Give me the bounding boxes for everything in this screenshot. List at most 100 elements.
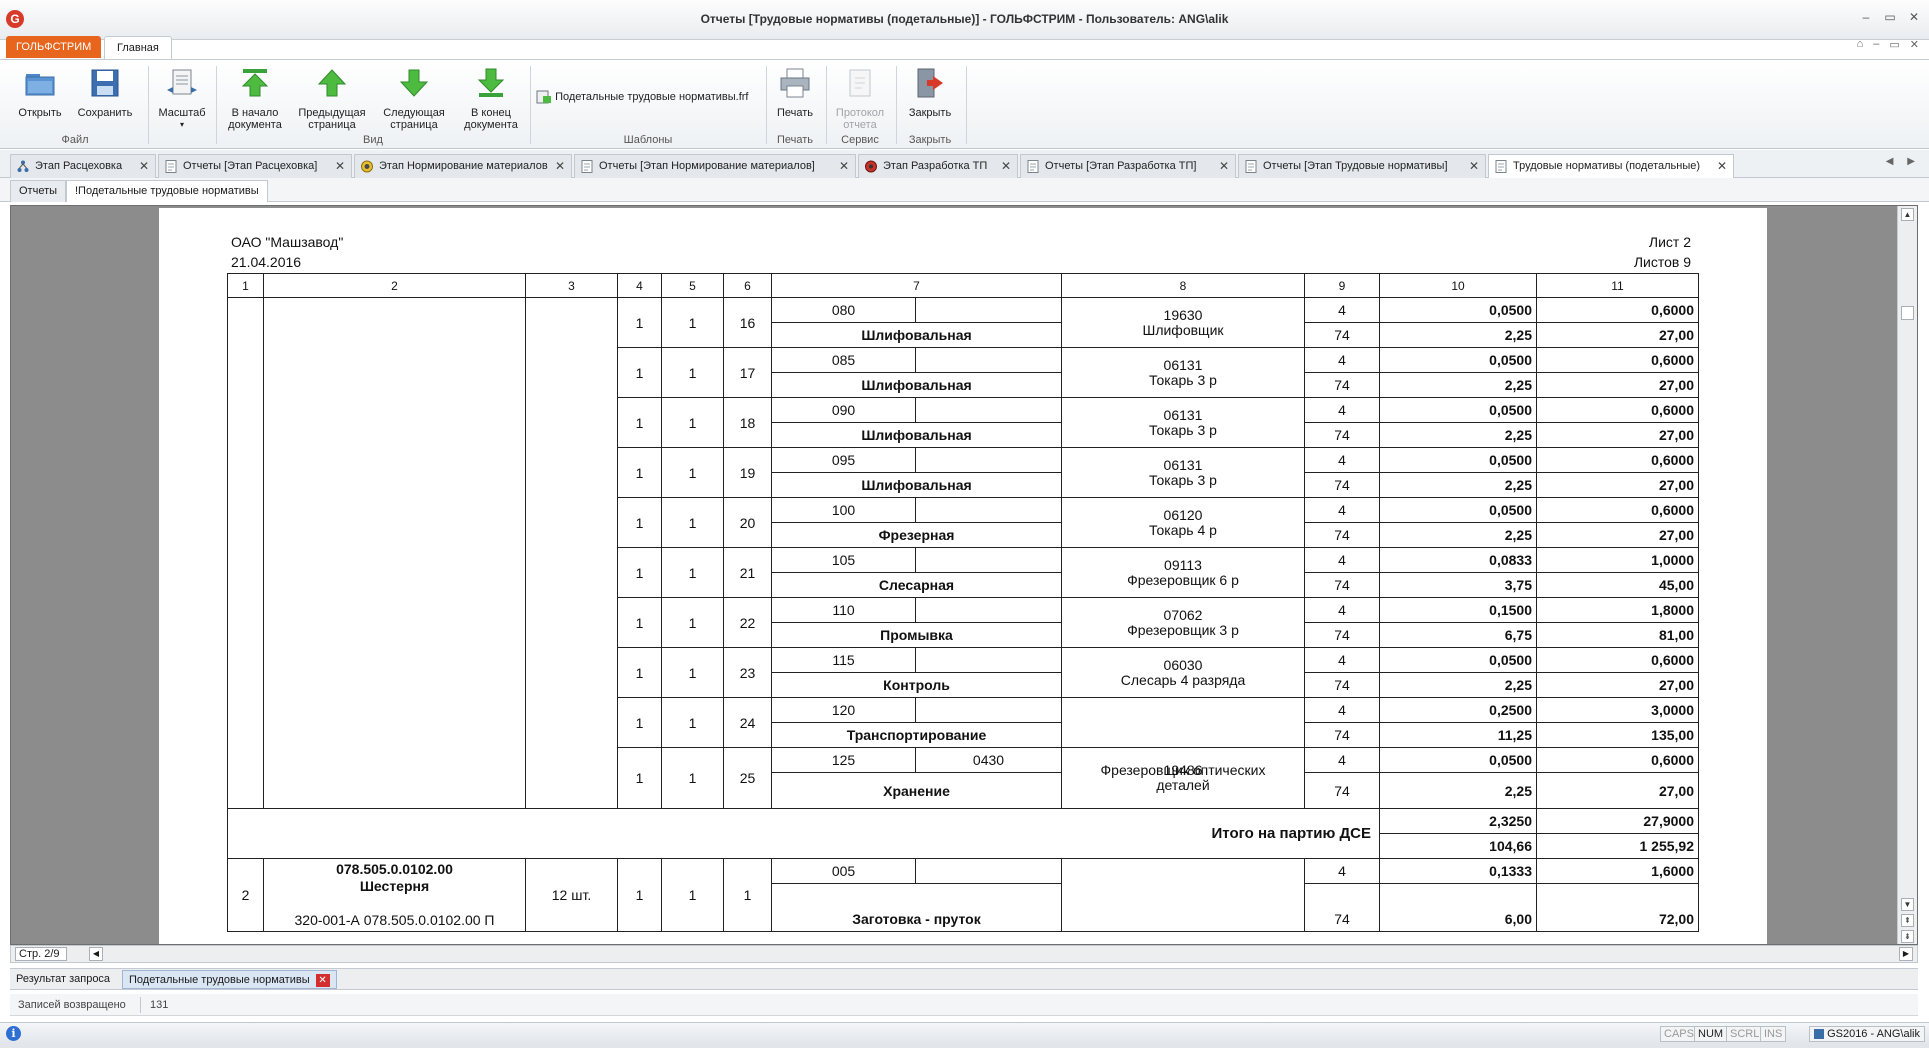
open-button[interactable]: Открыть bbox=[14, 66, 66, 119]
exit-door-icon bbox=[917, 68, 943, 98]
operation-name-cell: Шлифовальная bbox=[771, 472, 1062, 498]
tree-icon bbox=[17, 160, 29, 172]
operation-number-cell: 20 bbox=[723, 497, 772, 548]
save-button[interactable]: Сохранить bbox=[74, 66, 136, 119]
scroll-thumb[interactable] bbox=[1901, 306, 1914, 320]
template-item[interactable]: Подетальные трудовые нормативы.frf bbox=[536, 90, 766, 104]
mdi-close-icon[interactable]: ✕ bbox=[1910, 38, 1919, 51]
quantity-cell bbox=[525, 297, 618, 809]
status-bar: i CAPS NUM SCRL INS GS2016 - ANG\alik bbox=[0, 1022, 1929, 1044]
doc-tab[interactable]: Этап Нормирование материалов ✕ bbox=[354, 154, 572, 178]
page-navigator: Стр. 2/9 ◀ ▶ bbox=[10, 945, 1918, 963]
col4-cell: 1 bbox=[617, 447, 662, 498]
user-session: GS2016 - ANG\alik bbox=[1809, 1026, 1925, 1042]
arrow-down-end-icon bbox=[477, 68, 505, 97]
close-tab-icon[interactable]: ✕ bbox=[139, 155, 149, 177]
col10-bottom-cell: 2,25 bbox=[1379, 322, 1537, 348]
operation-extra-cell bbox=[915, 397, 1062, 423]
records-count: 131 bbox=[150, 999, 169, 1011]
page-up-icon[interactable]: ⇞ bbox=[1901, 914, 1914, 927]
app-menu-tab[interactable]: ГОЛЬФСТРИМ bbox=[6, 36, 102, 58]
profession-code: 06120 bbox=[1163, 506, 1203, 523]
col9-bottom-cell: 74 bbox=[1304, 422, 1380, 448]
close-tab-icon[interactable]: ✕ bbox=[1717, 155, 1727, 177]
close-tab-icon[interactable]: ✕ bbox=[839, 155, 849, 177]
close-tab-icon[interactable]: ✕ bbox=[1001, 155, 1011, 177]
doc-tab[interactable]: Отчеты [Этап Расцеховка] ✕ bbox=[158, 154, 352, 178]
operation-name-cell: Заготовка - пруток bbox=[771, 883, 1062, 932]
report-protocol-button[interactable]: Протокол отчета bbox=[832, 66, 888, 131]
col9-bottom-cell: 74 bbox=[1304, 372, 1380, 398]
scroll-up-icon[interactable]: ▲ bbox=[1901, 208, 1914, 221]
doc-tab-active[interactable]: Трудовые нормативы (подетальные) ✕ bbox=[1488, 154, 1734, 179]
col4-cell: 1 bbox=[617, 297, 662, 348]
scroll-down-icon[interactable]: ▼ bbox=[1901, 898, 1914, 911]
operation-number-cell: 17 bbox=[723, 347, 772, 398]
close-report-button[interactable]: Закрыть bbox=[902, 66, 958, 119]
records-label: Записей возвращено bbox=[18, 999, 126, 1011]
operation-code-cell: 105 bbox=[771, 547, 916, 573]
total-col11-bottom: 1 255,92 bbox=[1536, 833, 1699, 859]
mdi-minimize-icon[interactable]: – bbox=[1873, 38, 1879, 51]
col11-bottom-cell: 45,00 bbox=[1536, 572, 1699, 598]
info-icon[interactable]: i bbox=[6, 1026, 21, 1041]
close-tab-icon[interactable]: ✕ bbox=[1469, 155, 1479, 177]
tab-main[interactable]: Главная bbox=[104, 36, 172, 60]
doc-tab[interactable]: Отчеты [Этап Нормирование материалов] ✕ bbox=[574, 154, 856, 178]
minimize-icon[interactable]: – bbox=[1859, 10, 1873, 24]
gear-icon bbox=[865, 160, 877, 173]
print-button[interactable]: Печать bbox=[772, 66, 818, 119]
document-icon bbox=[1027, 160, 1039, 173]
col9-bottom-cell: 74 bbox=[1304, 883, 1380, 932]
doc-tab[interactable]: Этап Разработка ТП ✕ bbox=[858, 154, 1018, 178]
close-tab-icon[interactable]: ✕ bbox=[555, 155, 565, 177]
close-tab-icon[interactable]: ✕ bbox=[1219, 155, 1229, 177]
col10-bottom-cell: 6,75 bbox=[1379, 622, 1537, 648]
operation-extra-cell bbox=[915, 858, 1062, 884]
arrow-down-icon bbox=[399, 69, 429, 97]
page-indicator[interactable]: Стр. 2/9 bbox=[15, 947, 67, 961]
divider bbox=[140, 997, 141, 1013]
col9-top-cell: 4 bbox=[1304, 647, 1380, 673]
table-row: 1 1 16 080 19630 Шлифовщик 4 0,0500 0,6000 bbox=[227, 297, 1699, 809]
document-icon bbox=[165, 160, 177, 173]
mdi-restore-icon[interactable]: ⌂ bbox=[1857, 38, 1864, 51]
doc-tab[interactable]: Отчеты [Этап Разработка ТП] ✕ bbox=[1020, 154, 1236, 178]
col11-bottom-cell: 81,00 bbox=[1536, 622, 1699, 648]
hscroll-left-icon[interactable]: ◀ bbox=[89, 947, 103, 961]
first-page-button[interactable]: В начало документа bbox=[222, 66, 288, 131]
tab-scroll-left-icon[interactable]: ◀ bbox=[1886, 156, 1894, 167]
operation-extra-cell bbox=[915, 497, 1062, 523]
doc-tab[interactable]: Отчеты [Этап Трудовые нормативы] ✕ bbox=[1238, 154, 1486, 178]
operation-number-cell: 18 bbox=[723, 397, 772, 448]
close-icon[interactable]: ✕ bbox=[1907, 10, 1921, 24]
window-title: Отчеты [Трудовые нормативы (подетальные)… bbox=[700, 12, 1229, 26]
mdi-maximize-icon[interactable]: ▭ bbox=[1889, 38, 1899, 51]
doc-tab[interactable]: Этап Расцеховка ✕ bbox=[10, 154, 156, 178]
vertical-scrollbar[interactable]: ▲ ▼ ⇞ ⇟ bbox=[1897, 206, 1917, 944]
page-down-icon[interactable]: ⇟ bbox=[1901, 930, 1914, 943]
tab-scroll-right-icon[interactable]: ▶ bbox=[1907, 156, 1915, 167]
total-col11-top: 27,9000 bbox=[1536, 808, 1699, 834]
last-page-button[interactable]: В конец документа bbox=[458, 66, 524, 131]
profession-code: 06131 bbox=[1163, 406, 1203, 423]
arrow-up-end-icon bbox=[241, 69, 269, 97]
labor-norms-table: 1 2 3 4 5 6 7 8 9 10 11 1 1 16 080 19630 Шлиф… bbox=[227, 273, 1699, 932]
tab-current-result[interactable]: Подетальные трудовые нормативы ✕ bbox=[122, 970, 337, 989]
close-icon[interactable]: ✕ bbox=[315, 973, 330, 987]
hscroll-right-icon[interactable]: ▶ bbox=[1899, 947, 1913, 961]
scale-button[interactable]: Масштаб ▾ bbox=[156, 66, 208, 131]
report-viewer[interactable]: ОАО "Машзавод" 21.04.2016 Лист 2 Листов … bbox=[10, 205, 1918, 945]
maximize-icon[interactable]: ▭ bbox=[1883, 10, 1897, 24]
sheet-count: Листов 9 bbox=[1633, 254, 1691, 270]
col5-cell: 1 bbox=[661, 497, 724, 548]
tab-query-result[interactable]: Результат запроса bbox=[10, 970, 116, 989]
operation-extra-cell bbox=[915, 697, 1062, 723]
close-tab-icon[interactable]: ✕ bbox=[335, 155, 345, 177]
next-page-button[interactable]: Следующая страница bbox=[376, 66, 452, 131]
group-label-templates: Шаблоны bbox=[623, 134, 673, 146]
tab-current-report[interactable]: !Подетальные трудовые нормативы bbox=[66, 180, 268, 202]
col10-bottom-cell: 3,75 bbox=[1379, 572, 1537, 598]
previous-page-button[interactable]: Предыдущая страница bbox=[294, 66, 370, 131]
tab-reports[interactable]: Отчеты bbox=[10, 180, 67, 202]
